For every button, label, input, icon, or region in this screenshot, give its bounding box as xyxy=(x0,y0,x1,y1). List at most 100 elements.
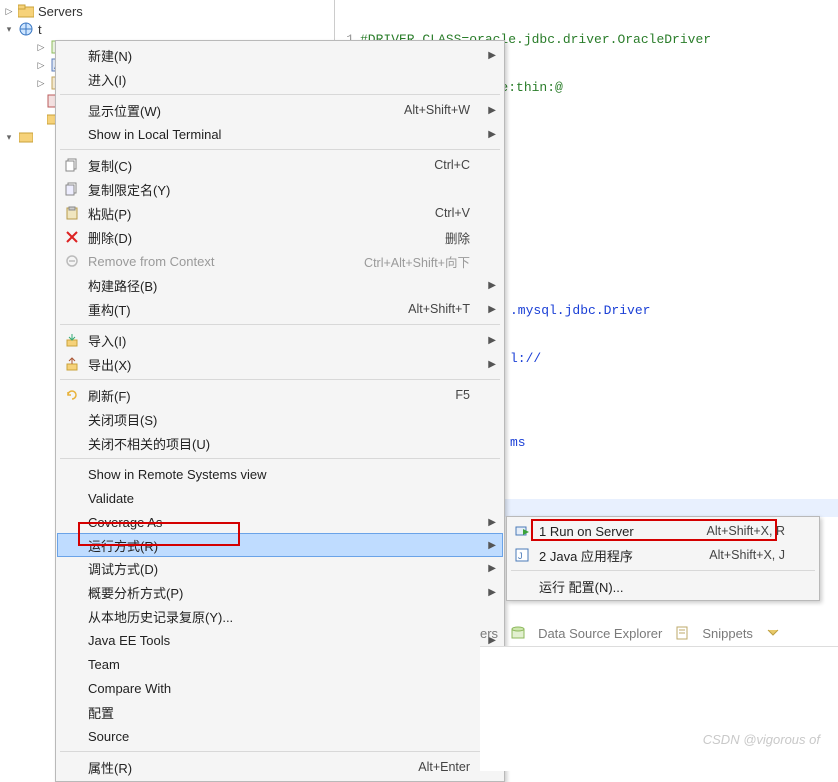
menu-item[interactable]: 关闭项目(S) xyxy=(58,407,502,431)
expander-icon[interactable]: ▷ xyxy=(36,78,46,88)
menu-separator xyxy=(60,751,500,752)
menu-item-label: 导入(I) xyxy=(88,331,484,350)
menu-item[interactable]: 新建(N) ▶ xyxy=(58,43,502,67)
submenu-item-label: 运行 配置(N)... xyxy=(539,577,799,596)
tree-node-project[interactable]: ▾ t xyxy=(0,20,334,38)
tree-label: t xyxy=(38,22,42,37)
menu-item-label: 粘贴(P) xyxy=(88,204,435,223)
submenu-item-accelerator: Alt+Shift+X, J xyxy=(709,548,799,562)
run-server-icon xyxy=(513,521,533,541)
view-tab-label: ers xyxy=(480,626,498,641)
menu-item-label: 属性(R) xyxy=(88,758,418,777)
menu-item[interactable]: 关闭不相关的项目(U) xyxy=(58,431,502,455)
copy-icon xyxy=(62,155,82,175)
expander-icon[interactable]: ▷ xyxy=(36,60,46,70)
submenu-item[interactable]: 运行 配置(N)... xyxy=(509,574,817,598)
menu-item[interactable]: Source▶ xyxy=(58,724,502,748)
blank-icon xyxy=(62,582,82,602)
more-icon[interactable] xyxy=(763,623,783,643)
expander-icon[interactable]: ▷ xyxy=(36,42,46,52)
menu-item[interactable]: 导出(X)▶ xyxy=(58,352,502,376)
menu-item[interactable]: 重构(T)Alt+Shift+T▶ xyxy=(58,297,502,321)
blank-icon xyxy=(62,702,82,722)
menu-item-label: 新建(N) xyxy=(88,46,484,65)
menu-item[interactable]: 进入(I) xyxy=(58,67,502,91)
blank-icon xyxy=(62,726,82,746)
menu-item[interactable]: 复制限定名(Y) xyxy=(58,177,502,201)
submenu-item[interactable]: J2 Java 应用程序Alt+Shift+X, J xyxy=(509,543,817,567)
blank-icon xyxy=(62,606,82,626)
menu-item-label: 从本地历史记录复原(Y)... xyxy=(88,607,484,626)
menu-item-label: 配置 xyxy=(88,703,484,722)
menu-item[interactable]: 运行方式(R) ▶ xyxy=(57,533,503,557)
menu-item-label: Team xyxy=(88,657,484,672)
blank-icon xyxy=(62,678,82,698)
submenu-arrow-icon: ▶ xyxy=(488,129,496,140)
delete-icon xyxy=(62,227,82,247)
menu-item-accelerator: Ctrl+V xyxy=(435,206,484,220)
menu-item-label: 复制限定名(Y) xyxy=(88,180,484,199)
import-icon xyxy=(62,330,82,350)
menu-item[interactable]: Team▶ xyxy=(58,652,502,676)
servers-folder-icon xyxy=(18,3,34,19)
menu-item[interactable]: 调试方式(D)▶ xyxy=(58,556,502,580)
menu-item-label: 删除(D) xyxy=(88,228,445,247)
menu-item[interactable]: Coverage As▶ xyxy=(58,510,502,534)
menu-item[interactable]: 导入(I)▶ xyxy=(58,328,502,352)
submenu-item-label: 1 Run on Server xyxy=(539,524,706,539)
remove-icon xyxy=(62,251,82,271)
submenu-item-label: 2 Java 应用程序 xyxy=(539,546,709,565)
expander-icon[interactable]: ▾ xyxy=(4,132,14,142)
menu-separator xyxy=(60,379,500,380)
blank-icon xyxy=(62,433,82,453)
menu-item[interactable]: Compare With▶ xyxy=(58,676,502,700)
menu-item-label: Validate xyxy=(88,491,484,506)
submenu-arrow-icon: ▶ xyxy=(488,540,496,551)
blank-icon xyxy=(62,299,82,319)
menu-item[interactable]: Validate xyxy=(58,486,502,510)
menu-item-label: 调试方式(D) xyxy=(88,559,484,578)
menu-item[interactable]: 复制(C)Ctrl+C xyxy=(58,153,502,177)
menu-item-label: Compare With xyxy=(88,681,484,696)
blank-icon xyxy=(62,488,82,508)
view-tab-snippets[interactable]: Snippets xyxy=(672,623,753,643)
menu-item[interactable]: 配置▶ xyxy=(58,700,502,724)
copy2-icon xyxy=(62,179,82,199)
menu-item-accelerator: Alt+Shift+W xyxy=(404,103,484,117)
menu-item[interactable]: 构建路径(B)▶ xyxy=(58,273,502,297)
menu-item-label: 复制(C) xyxy=(88,156,434,175)
view-tab-servers[interactable]: ers xyxy=(480,626,498,641)
blank-icon xyxy=(62,757,82,777)
submenu-arrow-icon: ▶ xyxy=(488,50,496,61)
menu-item[interactable]: 粘贴(P)Ctrl+V xyxy=(58,201,502,225)
menu-item-label: 显示位置(W) xyxy=(88,101,404,120)
menu-item-label: 关闭项目(S) xyxy=(88,410,484,429)
expander-icon[interactable]: ▾ xyxy=(4,24,14,34)
folder-icon xyxy=(18,129,34,145)
menu-item[interactable]: 显示位置(W)Alt+Shift+W▶ xyxy=(58,98,502,122)
menu-item-accelerator: Ctrl+Alt+Shift+向下 xyxy=(364,252,484,271)
menu-item-accelerator: 删除 xyxy=(445,228,484,247)
menu-item[interactable]: Java EE Tools▶ xyxy=(58,628,502,652)
menu-item-label: 运行方式(R) xyxy=(88,536,484,555)
menu-item[interactable]: 概要分析方式(P)▶ xyxy=(58,580,502,604)
menu-item[interactable]: Show in Local Terminal▶ xyxy=(58,122,502,146)
submenu-item[interactable]: 1 Run on ServerAlt+Shift+X, R xyxy=(509,519,817,543)
menu-item[interactable]: 刷新(F)F5 xyxy=(58,383,502,407)
blank-icon xyxy=(62,558,82,578)
blank-icon xyxy=(62,464,82,484)
view-tab-data-source-explorer[interactable]: Data Source Explorer xyxy=(508,623,662,643)
menu-item-label: Remove from Context xyxy=(88,254,364,269)
menu-item[interactable]: 属性(R)Alt+Enter xyxy=(58,755,502,779)
menu-separator xyxy=(60,458,500,459)
tree-node-servers[interactable]: ▷ Servers xyxy=(0,2,334,20)
blank-icon xyxy=(513,576,533,596)
run-as-submenu: 1 Run on ServerAlt+Shift+X, RJ2 Java 应用程… xyxy=(506,516,820,601)
bottom-pane xyxy=(480,646,838,771)
menu-item[interactable]: Show in Remote Systems view xyxy=(58,462,502,486)
menu-item[interactable]: 从本地历史记录复原(Y)... xyxy=(58,604,502,628)
menu-separator xyxy=(60,149,500,150)
menu-item[interactable]: 删除(D)删除 xyxy=(58,225,502,249)
expander-icon[interactable]: ▷ xyxy=(4,6,14,16)
tree-label: Servers xyxy=(38,4,83,19)
